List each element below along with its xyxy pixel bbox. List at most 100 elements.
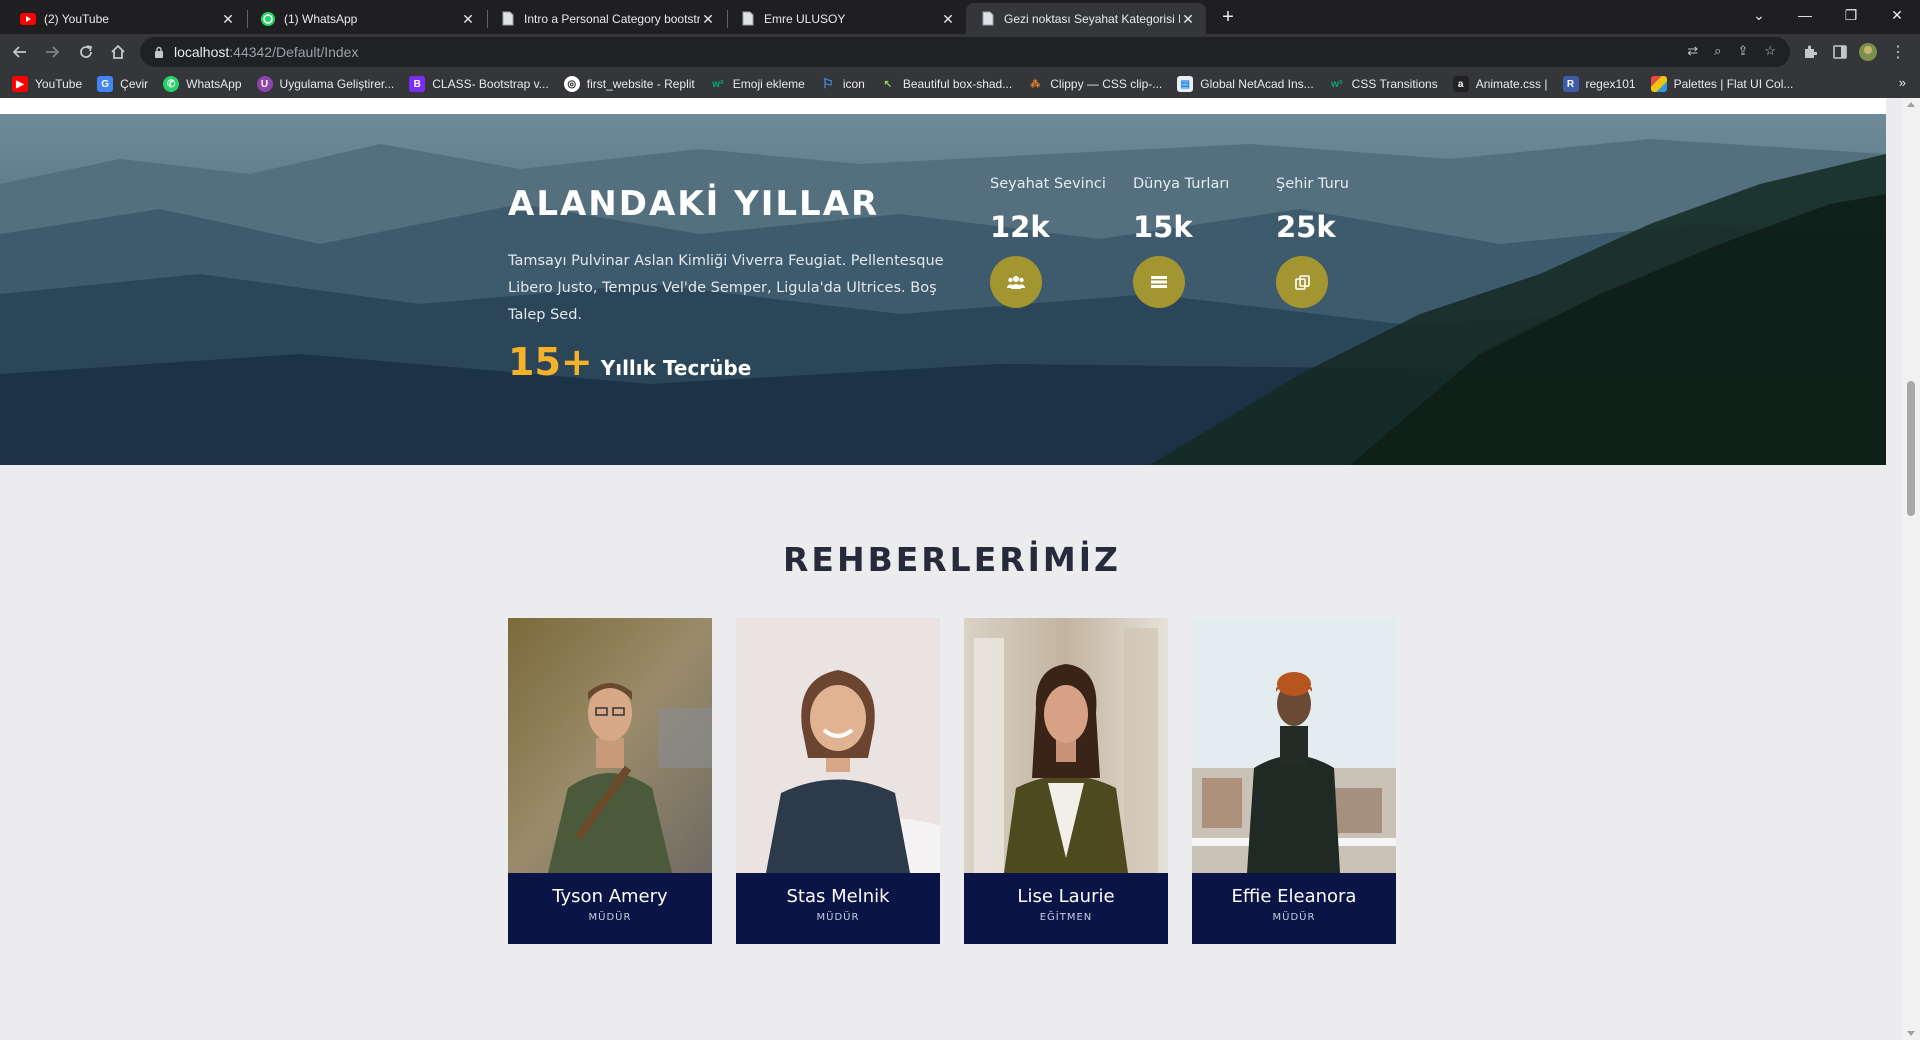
extensions-icon[interactable] — [1796, 39, 1824, 65]
bootstrap-icon: B — [409, 76, 426, 92]
scrollbar-thumb[interactable] — [1907, 381, 1915, 516]
bookmark-palettes[interactable]: Palettes | Flat UI Col... — [1650, 76, 1794, 92]
whatsapp-icon — [260, 11, 276, 27]
more-bookmarks-button[interactable]: » — [1899, 75, 1906, 90]
guide-card[interactable]: Lise Laurie EĞİTMEN — [964, 618, 1168, 944]
bookmark-icon[interactable]: ⚐ icon — [820, 76, 865, 92]
guide-card[interactable]: Stas Melnik MÜDÜR — [736, 618, 940, 944]
tab-title: (1) WhatsApp — [284, 11, 358, 26]
zoom-icon[interactable]: ⌕ — [1714, 43, 1721, 59]
bookmark-css-transitions[interactable]: w³ CSS Transitions — [1329, 76, 1438, 92]
bookmarks-bar: ▶ YouTube G Çevir ✆ WhatsApp U Uygulama Geli… — [0, 70, 1920, 98]
bookmark-label: Emoji ekleme — [732, 77, 805, 91]
bookmark-clippy[interactable]: ⁂ Clippy — CSS clip-... — [1027, 76, 1162, 92]
minimize-icon[interactable]: — — [1782, 0, 1828, 30]
section-title: ALANDAKİ YILLAR — [508, 184, 880, 224]
bookmark-label: Uygulama Geliştirer... — [279, 77, 395, 91]
bookmark-label: Palettes | Flat UI Col... — [1673, 77, 1794, 91]
guide-role: MÜDÜR — [816, 912, 860, 923]
whatsapp-icon: ✆ — [163, 76, 180, 92]
tab-youtube[interactable]: (2) YouTube ✕ — [6, 3, 246, 34]
bookmark-label: first_website - Replit — [586, 77, 695, 91]
close-icon[interactable]: ✕ — [700, 11, 716, 27]
forward-icon[interactable] — [38, 39, 66, 65]
tab-intro-personal[interactable]: Intro a Personal Category bootstr ✕ — [486, 3, 726, 34]
stat-label: Dünya Turları — [1133, 176, 1230, 192]
bookmark-replit[interactable]: ◎ first_website - Replit — [563, 76, 695, 92]
guide-role: MÜDÜR — [588, 912, 632, 923]
guides-section-title: REHBERLERİMİZ — [783, 540, 1121, 579]
bookmark-animate[interactable]: a Animate.css | — [1452, 76, 1548, 92]
vertical-scrollbar[interactable] — [1902, 98, 1920, 1040]
bookmark-cevir[interactable]: G Çevir — [97, 76, 148, 92]
tab-bar: (2) YouTube ✕ (1) WhatsApp ✕ Intro a Per… — [0, 0, 1920, 34]
close-icon[interactable]: ✕ — [940, 11, 956, 27]
replit-icon: ◎ — [563, 76, 580, 92]
guide-name: Tyson Amery — [552, 886, 668, 907]
stat-label: Şehir Turu — [1276, 176, 1349, 192]
bookmark-box-shadow[interactable]: ↖ Beautiful box-shad... — [880, 76, 1013, 92]
experience-section: ALANDAKİ YILLAR Tamsayı Pulvinar Aslan K… — [0, 114, 1886, 465]
list-icon — [1133, 256, 1185, 308]
share-icon[interactable]: ⇪ — [1737, 43, 1748, 59]
side-panel-icon[interactable] — [1826, 39, 1854, 65]
bookmark-label: WhatsApp — [186, 77, 242, 91]
new-tab-button[interactable]: + — [1214, 4, 1242, 30]
close-window-icon[interactable]: ✕ — [1874, 0, 1920, 30]
translate-icon: G — [97, 76, 114, 92]
stat-value: 15k — [1133, 210, 1193, 244]
lock-icon[interactable] — [154, 46, 164, 58]
clippy-icon: ⁂ — [1030, 78, 1041, 90]
guide-role: EĞİTMEN — [1039, 912, 1093, 923]
stat-city-tour: Şehir Turu 25k — [1276, 176, 1416, 308]
guide-photo — [1192, 618, 1396, 873]
document-icon — [740, 11, 756, 27]
tab-title: (2) YouTube — [44, 11, 109, 26]
restore-icon[interactable]: ❐ — [1828, 0, 1874, 30]
back-icon[interactable] — [6, 39, 34, 65]
home-icon[interactable] — [104, 39, 132, 65]
menu-dots-icon[interactable]: ⋮ — [1884, 39, 1912, 65]
stat-label: Seyahat Sevinci — [990, 176, 1106, 192]
bookmark-label: Animate.css | — [1475, 77, 1548, 91]
bookmark-regex101[interactable]: Rregex101 — [1562, 76, 1636, 92]
profile-avatar-icon[interactable] — [1854, 39, 1882, 65]
close-icon[interactable]: ✕ — [460, 11, 476, 27]
document-icon — [500, 11, 516, 27]
experience-badge: 15+ Yıllık Tecrübe — [508, 340, 751, 384]
guide-card[interactable]: Tyson Amery MÜDÜR — [508, 618, 712, 944]
bookmark-emoji[interactable]: w³ Emoji ekleme — [710, 76, 805, 92]
tab-whatsapp[interactable]: (1) WhatsApp ✕ — [246, 3, 486, 34]
palette-icon — [1650, 76, 1667, 92]
url-host: localhost — [174, 44, 230, 60]
bookmark-label: regex101 — [1585, 77, 1636, 91]
address-bar[interactable]: localhost:44342/Default/Index ⇄ ⌕ ⇪ ☆ — [140, 37, 1790, 67]
tab-search-icon[interactable]: ⌄ — [1736, 0, 1782, 30]
bookmark-netacad[interactable]: ▤ Global NetAcad Ins... — [1177, 76, 1314, 92]
scroll-down-arrow-icon[interactable] — [1907, 1031, 1915, 1036]
url-path: :44342/Default/Index — [229, 44, 359, 60]
bookmark-uygulama[interactable]: U Uygulama Geliştirer... — [256, 76, 395, 92]
youtube-icon — [20, 11, 36, 27]
browser-toolbar: localhost:44342/Default/Index ⇄ ⌕ ⇪ ☆ ⋮ — [0, 34, 1920, 70]
guide-photo — [964, 618, 1168, 873]
bookmark-star-icon[interactable]: ☆ — [1764, 43, 1776, 59]
reload-icon[interactable] — [72, 39, 100, 65]
close-icon[interactable]: ✕ — [1180, 11, 1196, 27]
tab-gezi-noktasi[interactable]: Gezi noktası Seyahat Kategorisi D ✕ — [966, 3, 1206, 34]
tab-emre-ulusoy[interactable]: Emre ULUSOY ✕ — [726, 3, 966, 34]
bookmark-whatsapp[interactable]: ✆ WhatsApp — [163, 76, 242, 92]
regex-icon: R — [1562, 76, 1579, 92]
bookmark-bootstrap[interactable]: B CLASS- Bootstrap v... — [409, 76, 549, 92]
guide-name: Effie Eleanora — [1231, 886, 1357, 907]
experience-label: Yıllık Tecrübe — [600, 356, 752, 380]
guide-card[interactable]: Effie Eleanora MÜDÜR — [1192, 618, 1396, 944]
bookmark-youtube[interactable]: ▶ YouTube — [12, 76, 82, 92]
scroll-up-arrow-icon[interactable] — [1907, 102, 1915, 107]
bookmark-label: Global NetAcad Ins... — [1200, 77, 1314, 91]
page-viewport: ALANDAKİ YILLAR Tamsayı Pulvinar Aslan K… — [0, 98, 1920, 1040]
header-strip — [0, 98, 1886, 114]
close-icon[interactable]: ✕ — [220, 11, 236, 27]
translate-icon[interactable]: ⇄ — [1687, 43, 1698, 59]
guide-photo — [508, 618, 712, 873]
